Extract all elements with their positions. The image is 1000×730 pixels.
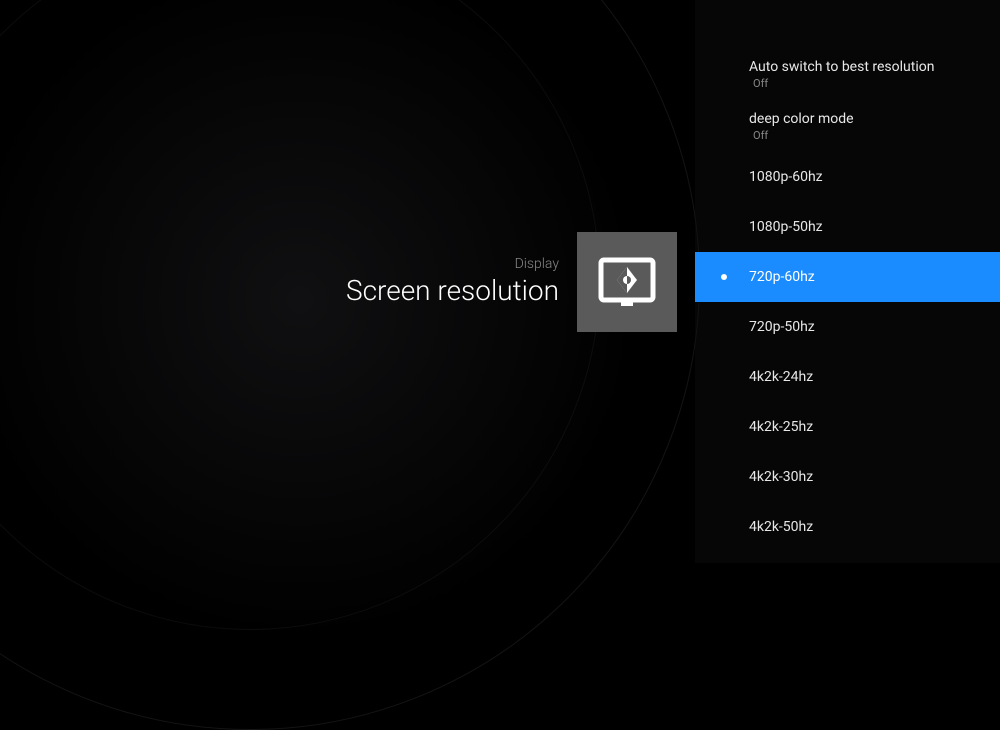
option-label: Auto switch to best resolution [749,59,934,75]
option-label: 4k2k-25hz [749,419,813,435]
option-deep-color[interactable]: deep color mode Off [695,100,1000,152]
option-1080p-60hz[interactable]: 1080p-60hz [695,152,1000,202]
option-1080p-50hz[interactable]: 1080p-50hz [695,202,1000,252]
left-panel: Display Screen resolution [0,0,695,563]
option-4k2k-50hz[interactable]: 4k2k-50hz [695,502,1000,552]
option-value: Off [749,77,768,90]
option-label: 720p-60hz [749,269,815,285]
option-label: 4k2k-30hz [749,469,813,485]
option-label: 4k2k-50hz [749,519,813,535]
display-icon [577,232,677,332]
option-label: 720p-50hz [749,319,815,335]
option-4k2k-24hz[interactable]: 4k2k-24hz [695,352,1000,402]
option-720p-50hz[interactable]: 720p-50hz [695,302,1000,352]
header-block: Display Screen resolution [346,232,677,332]
option-4k2k-25hz[interactable]: 4k2k-25hz [695,402,1000,452]
option-label: 4k2k-24hz [749,369,813,385]
option-label: deep color mode [749,111,854,127]
options-panel: Auto switch to best resolution Off deep … [695,0,1000,563]
option-auto-switch[interactable]: Auto switch to best resolution Off [695,48,1000,100]
option-4k2k-30hz[interactable]: 4k2k-30hz [695,452,1000,502]
option-720p-60hz[interactable]: 720p-60hz [695,252,1000,302]
page-title: Screen resolution [346,274,559,307]
breadcrumb: Display [346,256,559,272]
radio-selected-icon [721,274,727,280]
option-value: Off [749,129,768,142]
option-label: 1080p-60hz [749,169,823,185]
option-label: 1080p-50hz [749,219,823,235]
